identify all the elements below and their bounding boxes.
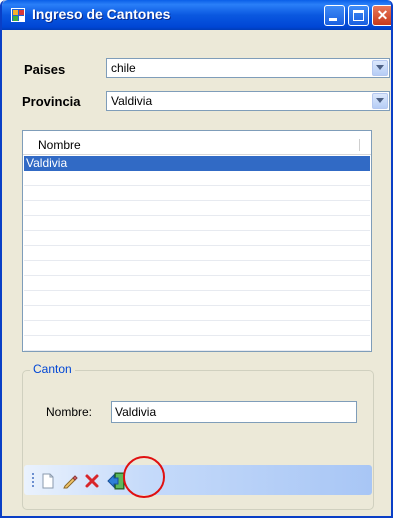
maximize-button[interactable]	[348, 5, 369, 26]
list-empty-row	[24, 231, 370, 246]
minimize-button[interactable]	[324, 5, 345, 26]
edit-button[interactable]	[62, 473, 78, 489]
list-empty-row	[24, 336, 370, 351]
provincia-combobox[interactable]: Valdivia	[106, 91, 390, 111]
nombre-input[interactable]	[115, 405, 351, 419]
close-icon: ✕	[376, 7, 389, 23]
chevron-down-icon[interactable]	[372, 60, 388, 76]
list-item[interactable]: Valdivia	[24, 156, 370, 171]
paises-label: Paises	[24, 62, 66, 77]
list-header[interactable]: Nombre	[23, 137, 371, 155]
delete-button[interactable]	[84, 473, 100, 489]
list-item-label: Valdivia	[26, 156, 68, 170]
list-empty-row	[24, 261, 370, 276]
list-empty-row	[24, 186, 370, 201]
new-document-icon	[42, 473, 54, 489]
window-title: Ingreso de Cantones	[32, 6, 171, 22]
paises-value: chile	[111, 61, 136, 75]
chevron-down-icon[interactable]	[372, 93, 388, 109]
toolbar-grip-icon[interactable]	[32, 473, 34, 488]
delete-x-icon	[85, 474, 99, 488]
provincia-value: Valdivia	[111, 94, 153, 108]
close-button[interactable]: ✕	[372, 5, 391, 26]
list-empty-row	[24, 171, 370, 186]
canton-group-title: Canton	[30, 362, 75, 376]
list-empty-row	[24, 201, 370, 216]
nombre-label: Nombre:	[46, 405, 93, 419]
list-empty-row	[24, 216, 370, 231]
minimize-icon	[329, 18, 337, 21]
list-empty-row	[24, 246, 370, 261]
column-header-nombre[interactable]: Nombre	[38, 138, 81, 152]
list-empty-row	[24, 306, 370, 321]
cantones-listview[interactable]: Nombre Valdivia	[22, 130, 372, 352]
list-empty-row	[24, 276, 370, 291]
list-empty-row	[24, 291, 370, 306]
list-empty-row	[24, 321, 370, 336]
app-icon[interactable]	[11, 8, 25, 22]
provincia-label: Provincia	[22, 94, 81, 109]
maximize-icon	[353, 10, 364, 21]
paises-combobox[interactable]: chile	[106, 58, 390, 78]
action-toolbar	[24, 465, 372, 495]
nombre-field[interactable]	[111, 401, 357, 423]
column-separator[interactable]	[359, 139, 360, 151]
new-button[interactable]	[40, 473, 56, 489]
app-window: Ingreso de Cantones ✕ Paises chile Provi…	[0, 0, 393, 518]
edit-pencil-icon	[63, 475, 78, 489]
title-bar[interactable]: Ingreso de Cantones ✕	[2, 0, 391, 30]
highlight-circle	[123, 456, 165, 498]
